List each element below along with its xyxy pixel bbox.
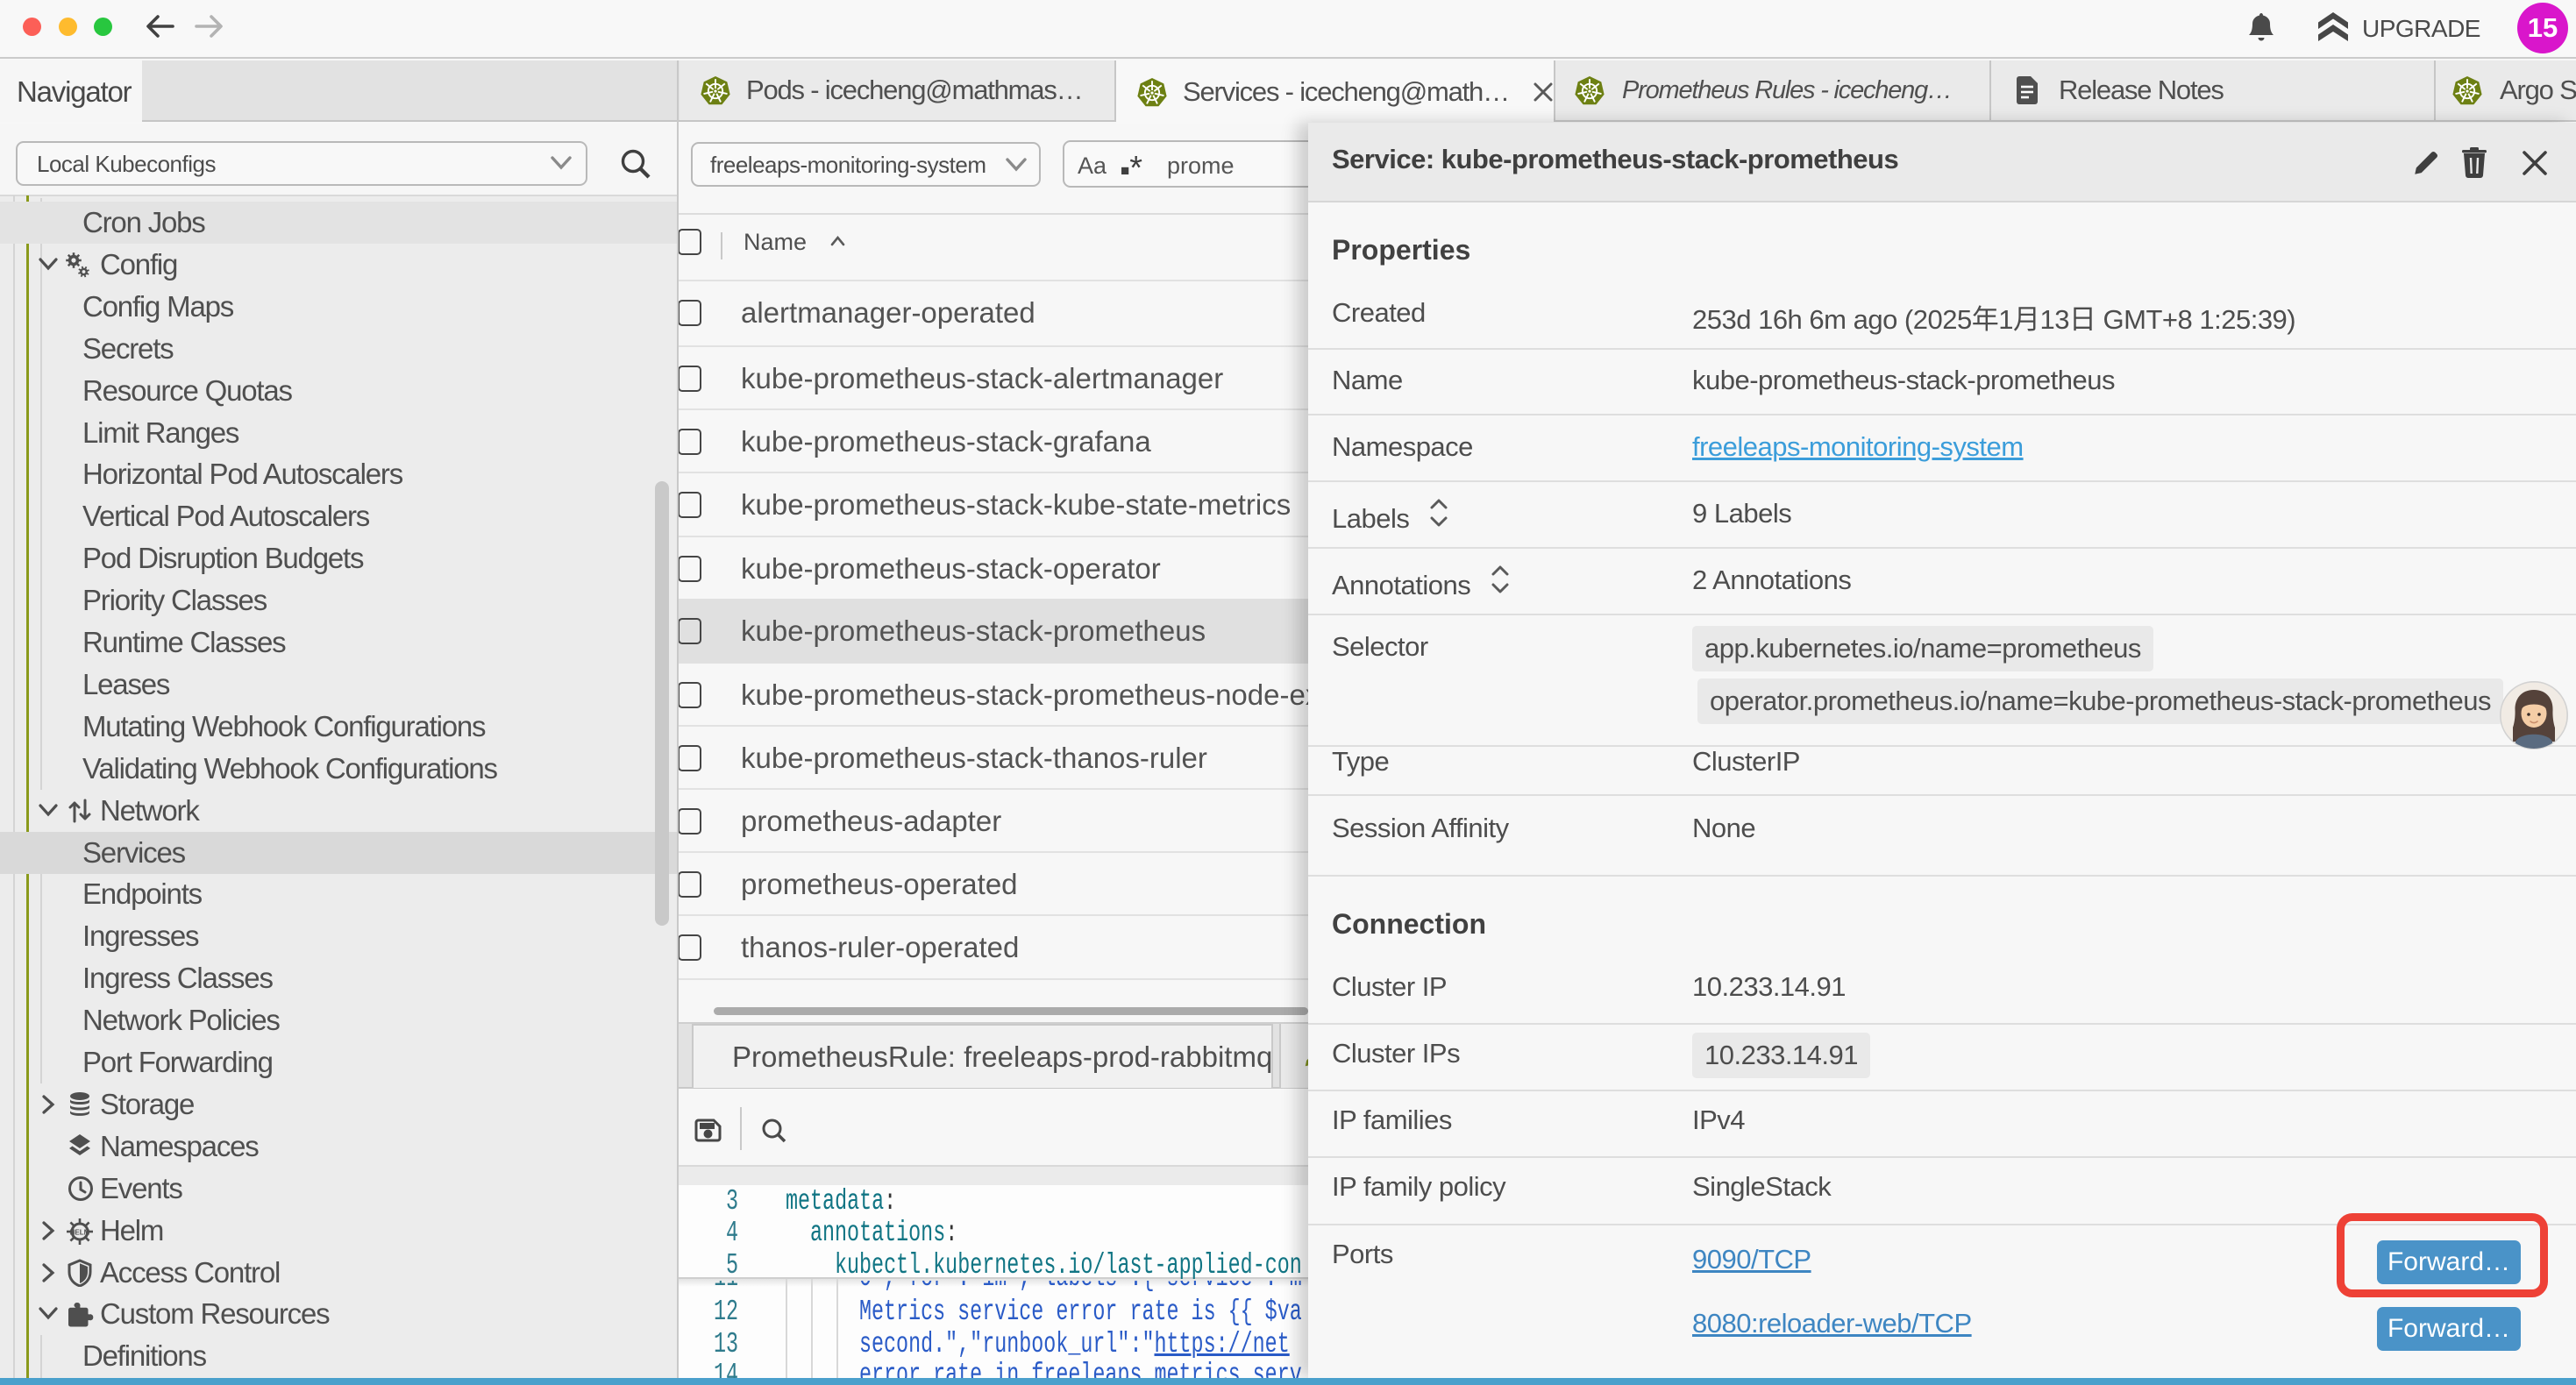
svg-text:HELM: HELM — [70, 1229, 90, 1237]
